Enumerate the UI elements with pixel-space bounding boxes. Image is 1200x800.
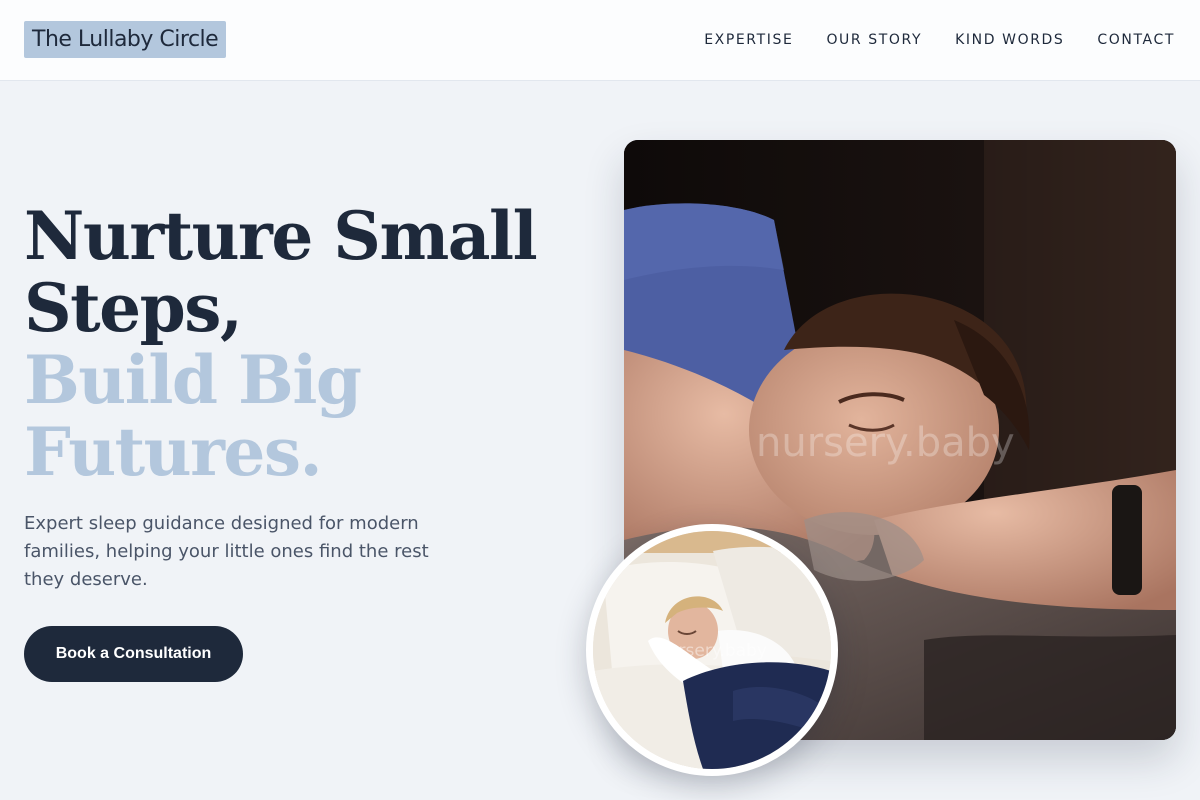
hero-photo-watermark: nursery.baby	[756, 420, 1015, 466]
inset-photo-sleeping-woman: nursery.baby	[586, 524, 838, 776]
main-nav: EXPERTISE OUR STORY KIND WORDS CONTACT	[704, 30, 1175, 50]
headline-line-4: Futures.	[24, 413, 323, 491]
headline-line-3: Build Big	[24, 341, 362, 419]
headline-line-2: Steps,	[24, 269, 243, 347]
site-header: The Lullaby Circle EXPERTISE OUR STORY K…	[0, 0, 1200, 81]
nav-link-kind-words[interactable]: KIND WORDS	[955, 30, 1064, 50]
inset-photo-watermark: nursery.baby	[657, 641, 767, 661]
site-logo[interactable]: The Lullaby Circle	[24, 21, 227, 58]
nav-link-expertise[interactable]: EXPERTISE	[704, 30, 793, 50]
book-consultation-button[interactable]: Book a Consultation	[24, 626, 243, 682]
hero-subtext: Expert sleep guidance designed for moder…	[24, 513, 429, 590]
nav-link-our-story[interactable]: OUR STORY	[826, 30, 922, 50]
hero-headline: Nurture Small Steps, Build Big Futures.	[24, 200, 584, 488]
headline-line-1: Nurture Small	[24, 197, 538, 275]
nav-link-contact[interactable]: CONTACT	[1097, 30, 1175, 50]
